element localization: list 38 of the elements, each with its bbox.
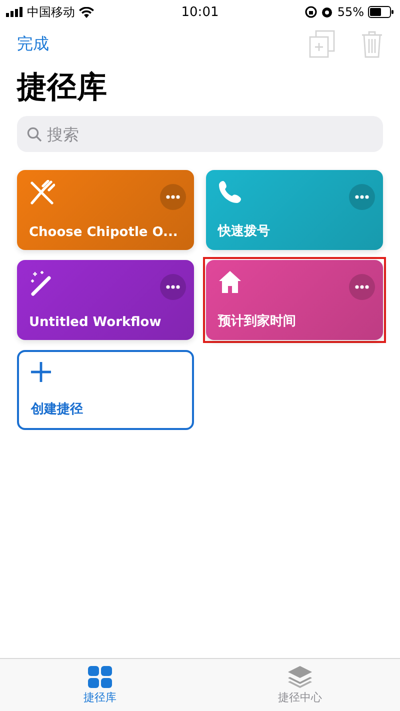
done-button[interactable]: 完成 bbox=[17, 34, 49, 54]
shortcut-card[interactable]: 快速拨号 bbox=[206, 170, 383, 250]
alarm-icon bbox=[321, 6, 334, 18]
create-shortcut-label: 创建捷径 bbox=[31, 401, 84, 418]
shortcut-card[interactable]: Choose Chipotle O... bbox=[17, 170, 194, 250]
shortcut-title: Choose Chipotle O... bbox=[29, 225, 179, 240]
search-field[interactable]: 搜索 bbox=[17, 116, 383, 152]
more-button[interactable] bbox=[160, 184, 186, 210]
tab[interactable]: 捷径中心 bbox=[200, 659, 400, 711]
carrier-text: 中国移动 bbox=[27, 4, 75, 20]
ellipsis-icon bbox=[355, 195, 369, 199]
ellipsis-icon bbox=[166, 285, 180, 289]
ellipsis-icon bbox=[355, 285, 369, 289]
shortcut-card[interactable]: 预计到家时间 bbox=[206, 260, 383, 340]
plus-icon bbox=[31, 362, 51, 382]
battery-percent: 55% bbox=[337, 5, 364, 19]
wifi-icon bbox=[79, 6, 94, 18]
create-shortcut-card[interactable]: 创建捷径 bbox=[17, 350, 194, 430]
battery-icon bbox=[368, 6, 394, 18]
ellipsis-icon bbox=[166, 195, 180, 199]
page-title: 捷径库 bbox=[17, 69, 108, 107]
tab[interactable]: 捷径库 bbox=[0, 659, 200, 711]
more-button[interactable] bbox=[349, 184, 375, 210]
more-button[interactable] bbox=[349, 274, 375, 300]
layers-icon bbox=[288, 666, 312, 688]
house-icon bbox=[218, 270, 242, 294]
signal-icon bbox=[6, 7, 23, 17]
shortcut-title: Untitled Workflow bbox=[29, 315, 162, 330]
shortcut-title: 快速拨号 bbox=[218, 223, 271, 240]
shortcut-title: 预计到家时间 bbox=[218, 312, 297, 330]
more-button[interactable] bbox=[160, 274, 186, 300]
clock-text: 10:01 bbox=[181, 4, 219, 20]
phone-icon bbox=[218, 180, 242, 204]
grid-icon bbox=[88, 666, 112, 688]
fork-knife-icon bbox=[29, 180, 55, 206]
shortcut-card[interactable]: Untitled Workflow bbox=[17, 260, 194, 340]
search-icon bbox=[27, 127, 42, 142]
rotation-lock-icon bbox=[305, 6, 318, 18]
